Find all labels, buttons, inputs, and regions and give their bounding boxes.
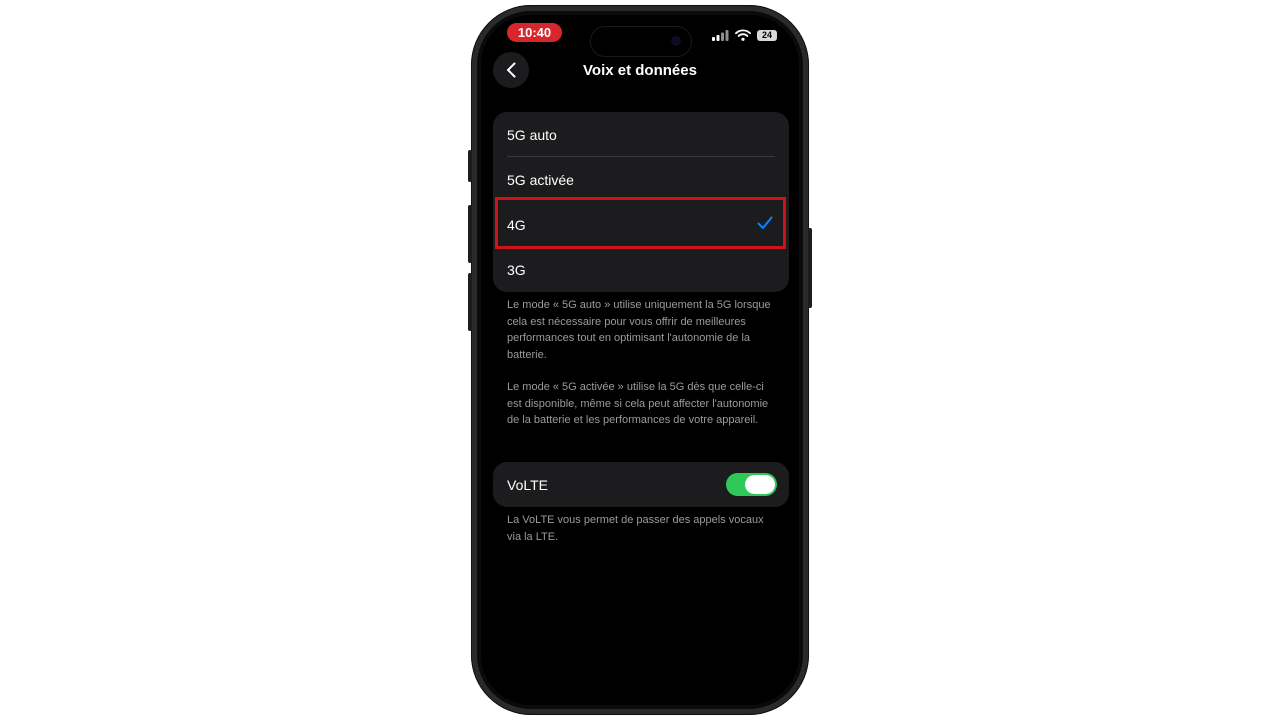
option-label: 5G activée <box>507 171 574 188</box>
dynamic-island <box>590 26 692 57</box>
network-mode-list: 5G auto 5G activée 4G 3G <box>493 112 789 292</box>
volte-footnote: La VoLTE vous permet de passer des appel… <box>507 514 764 543</box>
volume-up-button <box>468 205 472 263</box>
wifi-icon <box>735 29 751 41</box>
checkmark-icon <box>757 216 773 229</box>
cellular-signal-icon <box>712 29 729 41</box>
option-label: 5G auto <box>507 126 557 143</box>
option-4g[interactable]: 4G <box>493 202 789 247</box>
toggle-knob <box>745 475 775 494</box>
page-title: Voix et données <box>583 62 697 79</box>
battery-icon: 24 <box>757 29 777 41</box>
camera-icon <box>671 36 681 46</box>
note-5g-auto: Le mode « 5G auto » utilise uniquement l… <box>507 299 771 361</box>
volte-label: VoLTE <box>507 476 548 493</box>
volte-toggle[interactable] <box>726 473 777 496</box>
option-label: 4G <box>507 216 526 233</box>
phone-screen: 10:40 24 Voix et données 5G auto 5G acti… <box>481 15 799 705</box>
option-3g[interactable]: 3G <box>493 247 789 292</box>
status-time: 10:40 <box>507 23 562 42</box>
power-button <box>808 228 812 308</box>
note-5g-activee: Le mode « 5G activée » utilise la 5G dès… <box>507 381 769 426</box>
volume-down-button <box>468 273 472 331</box>
option-5g-activee[interactable]: 5G activée <box>493 157 789 202</box>
status-indicators: 24 <box>712 28 777 42</box>
option-label: 3G <box>507 261 526 278</box>
option-5g-auto[interactable]: 5G auto <box>493 112 789 157</box>
action-button <box>468 150 472 182</box>
volte-row: VoLTE <box>493 462 789 507</box>
